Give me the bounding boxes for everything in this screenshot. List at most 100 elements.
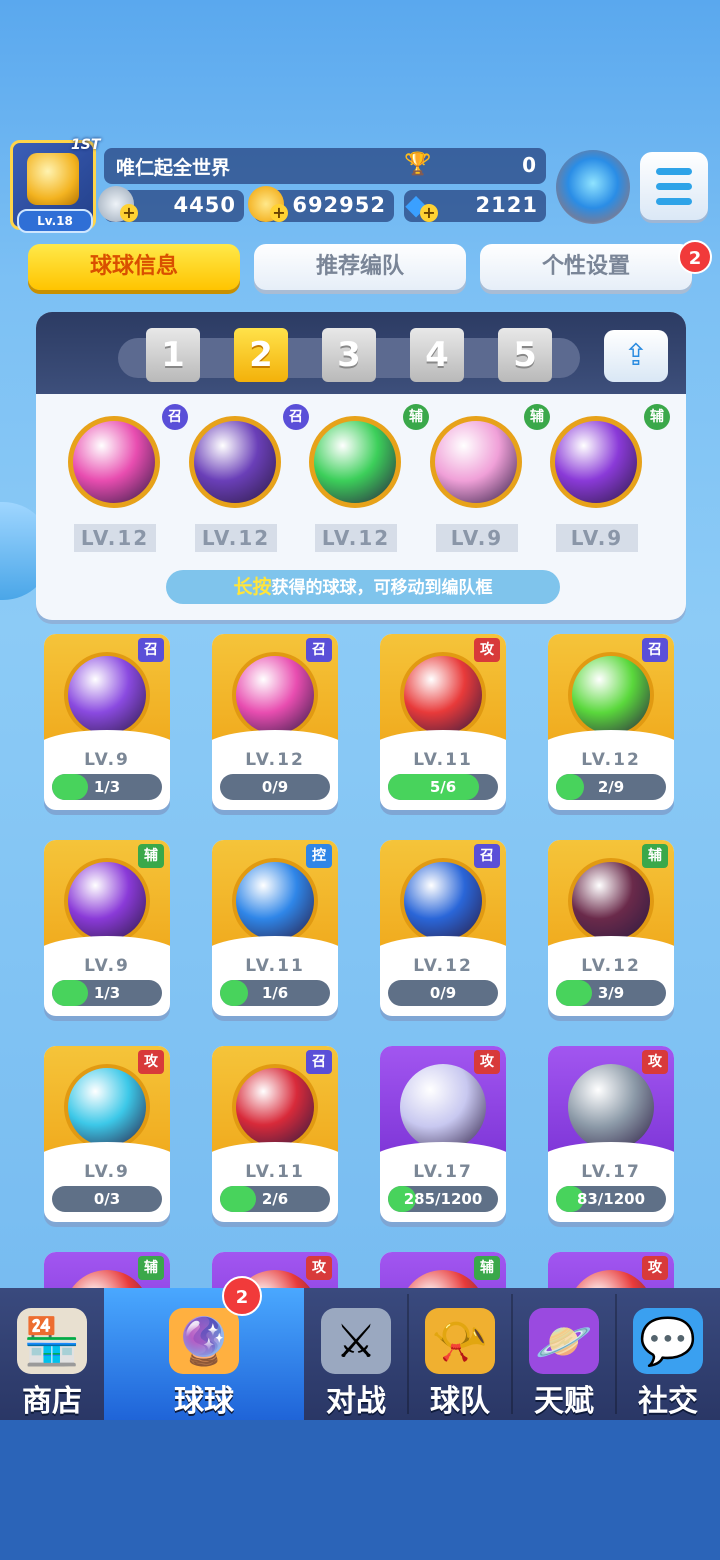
ball-level: LV.12 [581, 750, 641, 770]
ball-card[interactable]: 召 LV.12 2/9 [548, 634, 674, 810]
progress-text: 1/6 [261, 984, 289, 1002]
drag-hint: 长按获得的球球，可移动到编队框 [166, 570, 560, 604]
bottom-nav: 🏪 商店 🔮 球球 2 ⚔ 对战 📯 球队 🪐 天赋 💬 社交 [0, 1276, 720, 1420]
ball-icon [568, 1064, 654, 1150]
nav-chat-heart[interactable]: 💬 社交 [616, 1288, 720, 1420]
ball-card[interactable]: 召 LV.12 0/9 [212, 634, 338, 810]
team-ball[interactable] [68, 416, 160, 508]
upgrade-progress-bar: 1/3 [52, 774, 162, 800]
ball-card[interactable]: 攻 LV.9 0/3 [44, 1046, 170, 1222]
progress-text: 83/1200 [576, 1190, 646, 1208]
tab-personal-settings[interactable]: 个性设置 [480, 244, 692, 290]
progress-text: 3/9 [597, 984, 625, 1002]
ball-icon [64, 652, 150, 738]
add-silver-icon[interactable]: + [120, 204, 138, 222]
nav-balls[interactable]: 🔮 球球 2 [104, 1276, 304, 1420]
team-ball-level: LV.12 [195, 524, 277, 552]
ball-icon [64, 1064, 150, 1150]
nav-label: 社交 [638, 1384, 698, 1419]
team-slot-4[interactable]: 4 [410, 328, 464, 382]
menu-button[interactable] [640, 152, 708, 220]
ball-card[interactable]: 召 LV.9 1/3 [44, 634, 170, 810]
hint-text: 获得的球球，可移动到编队框 [271, 578, 493, 598]
nav-separator [511, 1294, 513, 1414]
rank-emblem-icon[interactable] [556, 150, 630, 224]
avatar-image [27, 153, 79, 205]
ball-type-tag: 攻 [306, 1256, 332, 1280]
upgrade-progress-bar: 1/6 [220, 980, 330, 1006]
ball-type-tag: 召 [138, 638, 164, 662]
crossed-swords-icon: ⚔ [321, 1308, 391, 1374]
team-slot-1[interactable]: 1 [146, 328, 200, 382]
chat-heart-icon: 💬 [633, 1308, 703, 1374]
nav-shop[interactable]: 🏪 商店 [0, 1288, 104, 1420]
gold-coin-counter[interactable]: + 692952 [248, 186, 394, 222]
ball-level: LV.17 [413, 1162, 473, 1182]
nav-label: 对战 [326, 1384, 386, 1419]
nav-separator [407, 1294, 409, 1414]
ball-icon [232, 858, 318, 944]
team-slot-header: 1 2 3 4 5 ⇪ [36, 312, 686, 394]
ball-card[interactable]: 控 LV.11 1/6 [212, 840, 338, 1016]
upgrade-progress-bar: 285/1200 [388, 1186, 498, 1212]
diamond-value: 2121 [475, 193, 538, 217]
ball-level: LV.12 [245, 750, 305, 770]
progress-text: 0/9 [429, 984, 457, 1002]
ball-level: LV.11 [413, 750, 473, 770]
tab-recommended-team[interactable]: 推荐编队 [254, 244, 466, 290]
share-icon[interactable]: ⇪ [604, 330, 668, 382]
ball-card[interactable]: 攻 LV.17 83/1200 [548, 1046, 674, 1222]
team-ball-type-tag: 辅 [644, 404, 670, 430]
silver-coin-counter[interactable]: + 4450 [98, 186, 244, 222]
team-ball[interactable] [550, 416, 642, 508]
upgrade-progress-bar: 1/3 [52, 980, 162, 1006]
team-ball[interactable] [189, 416, 281, 508]
team-ball[interactable] [430, 416, 522, 508]
nav-whistle[interactable]: 📯 球队 [408, 1288, 512, 1420]
upgrade-progress-bar: 0/9 [388, 980, 498, 1006]
ball-card[interactable]: 辅 LV.9 1/3 [44, 840, 170, 1016]
player-level: Lv.18 [17, 209, 93, 233]
player-name: 唯仁起全世界 [116, 157, 231, 179]
ball-type-tag: 攻 [474, 638, 500, 662]
ball-card[interactable]: 召 LV.12 0/9 [380, 840, 506, 1016]
upgrade-progress-bar: 0/3 [52, 1186, 162, 1212]
progress-text: 0/3 [93, 1190, 121, 1208]
team-ball-level: LV.12 [315, 524, 397, 552]
ball-icon [232, 652, 318, 738]
ball-card[interactable]: 攻 LV.11 5/6 [380, 634, 506, 810]
ball-card[interactable]: 攻 LV.17 285/1200 [380, 1046, 506, 1222]
nav-planet[interactable]: 🪐 天赋 [512, 1288, 616, 1420]
nav-label: 球队 [430, 1384, 490, 1419]
progress-text: 1/3 [93, 984, 121, 1002]
nav-badge: 2 [222, 1276, 262, 1316]
team-slot-2[interactable]: 2 [234, 328, 288, 382]
team-ball-type-tag: 召 [283, 404, 309, 430]
progress-text: 2/9 [597, 778, 625, 796]
add-diamond-icon[interactable]: + [420, 204, 438, 222]
ball-type-tag: 攻 [474, 1050, 500, 1074]
trophy-icon: 🏆 [404, 152, 432, 177]
trophy-count: 0 [522, 153, 536, 177]
nav-crossed-swords[interactable]: ⚔ 对战 [304, 1288, 408, 1420]
team-ball-level: LV.9 [556, 524, 638, 552]
ball-card[interactable]: 辅 LV.12 3/9 [548, 840, 674, 1016]
ball-card[interactable]: 召 LV.11 2/6 [212, 1046, 338, 1222]
diamond-counter[interactable]: ◆ + 2121 [404, 188, 546, 222]
team-slot-5[interactable]: 5 [498, 328, 552, 382]
menu-icon [656, 168, 692, 175]
team-ball[interactable] [309, 416, 401, 508]
upgrade-progress-bar: 3/9 [556, 980, 666, 1006]
add-gold-icon[interactable]: + [270, 204, 288, 222]
ball-level: LV.9 [84, 750, 130, 770]
ball-icon [64, 858, 150, 944]
ball-level: LV.9 [84, 956, 130, 976]
team-slot-3[interactable]: 3 [322, 328, 376, 382]
ball-type-tag: 攻 [642, 1050, 668, 1074]
player-avatar[interactable]: 1ST Lv.18 [10, 137, 100, 233]
team-ball-type-tag: 辅 [524, 404, 550, 430]
tab-ball-info[interactable]: 球球信息 [28, 244, 240, 290]
planet-icon: 🪐 [529, 1308, 599, 1374]
upgrade-progress-bar: 0/9 [220, 774, 330, 800]
nav-separator [615, 1294, 617, 1414]
